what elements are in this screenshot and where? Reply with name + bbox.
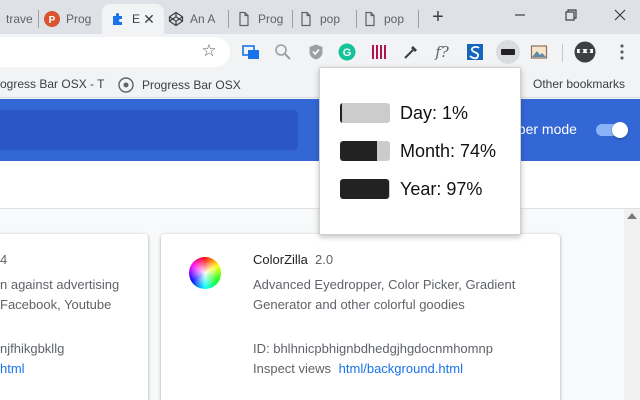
restore-icon[interactable] [561, 5, 581, 25]
search-extensions-input[interactable] [0, 110, 298, 150]
browser-window: trave P Prog E ✕ An A Prog pop pop + ☆ G… [0, 0, 640, 400]
bookmark-label: ogress Bar OSX - T [0, 77, 105, 91]
address-bar[interactable] [0, 37, 230, 67]
page-scrollbar[interactable] [624, 209, 640, 400]
other-bookmarks[interactable]: Other bookmarks [533, 77, 625, 91]
inspect-views-label: Inspect views [253, 361, 332, 376]
extension-card: 4 n against advertising Facebook, Youtub… [0, 234, 148, 400]
month-progress-fill [340, 141, 377, 161]
minimize-icon[interactable] [510, 5, 530, 25]
extension-description: n against advertising [0, 277, 120, 292]
svg-text:P: P [49, 15, 56, 26]
toolbar-separator [562, 44, 563, 62]
month-progress-label: Month: 74% [400, 140, 497, 161]
colorzilla-logo-icon [189, 257, 221, 289]
close-window-icon[interactable] [610, 5, 630, 25]
tab-title: pop [384, 12, 405, 26]
tab-3-active[interactable]: E ✕ [102, 4, 164, 34]
more-menu-icon[interactable] [612, 42, 632, 62]
extension-version: 2.0 [315, 252, 334, 267]
extension-description: Facebook, Youtube [0, 297, 112, 312]
screenshot-extension-icon[interactable] [241, 42, 261, 62]
profile-avatar[interactable] [574, 41, 596, 63]
year-progress-bar [340, 179, 390, 199]
extension-card-colorzilla: ColorZilla 2.0 Advanced Eyedropper, Colo… [161, 234, 560, 400]
new-tab-button[interactable]: + [428, 7, 448, 28]
extension-description: Generator and other colorful goodies [253, 297, 465, 312]
product-hunt-icon: P [44, 11, 60, 27]
tab-title: trave [6, 12, 33, 26]
svg-text:G: G [343, 47, 352, 59]
day-progress-row: Day: 1% [340, 102, 468, 124]
day-progress-bar [340, 103, 390, 123]
scroll-up-arrow-icon[interactable] [627, 213, 637, 219]
inspect-views-link[interactable]: html [0, 361, 25, 376]
zoom-extension-icon[interactable] [273, 42, 293, 62]
progress-bar-extension-icon[interactable] [496, 40, 520, 64]
tab-6[interactable]: pop [298, 4, 354, 34]
extension-puzzle-icon [110, 11, 126, 27]
document-icon [236, 11, 252, 27]
tab-separator [292, 10, 293, 28]
document-icon [362, 11, 378, 27]
tab-4[interactable]: An A [168, 4, 224, 34]
tab-separator [228, 10, 229, 28]
tab-title: pop [320, 12, 341, 26]
s-extension-icon[interactable] [465, 42, 485, 62]
tab-title: An A [190, 12, 216, 26]
year-progress-label: Year: 97% [400, 178, 483, 199]
tab-title: E [132, 12, 141, 26]
bookmark-label: Progress Bar OSX [142, 78, 241, 92]
bars-extension-icon[interactable] [369, 42, 389, 62]
tab-title: Prog [66, 12, 92, 26]
day-progress-label: Day: 1% [400, 102, 469, 123]
tab-separator [356, 10, 357, 28]
year-progress-fill [340, 179, 389, 199]
shield-icon[interactable] [306, 42, 326, 62]
close-tab-icon[interactable]: ✕ [142, 11, 156, 27]
toolbar: ☆ G f? [0, 34, 640, 70]
extension-id: ID: bhlhnicpbhignbdhedgjhgdocnmhomnp [253, 341, 493, 356]
bookmark-item[interactable]: ogress Bar OSX - T [0, 77, 104, 91]
tab-separator [38, 10, 39, 28]
tab-5[interactable]: Prog [236, 4, 292, 34]
month-progress-row: Month: 74% [340, 140, 496, 162]
extension-name: ColorZilla [253, 252, 308, 267]
day-progress-fill [340, 103, 342, 123]
document-icon [298, 11, 314, 27]
tab-strip: trave P Prog E ✕ An A Prog pop pop + [0, 0, 640, 34]
inspect-views-link[interactable]: html/background.html [339, 361, 463, 376]
font-finder-icon[interactable]: f? [432, 42, 452, 62]
extension-version: 4 [0, 252, 8, 267]
month-progress-bar [340, 141, 390, 161]
toggle-knob [612, 122, 628, 138]
tab-title: Prog [258, 12, 284, 26]
codepen-icon [168, 11, 184, 27]
year-progress-row: Year: 97% [340, 178, 482, 200]
tab-7[interactable]: pop [362, 4, 418, 34]
progress-popup: Day: 1% Month: 74% Year: 97% [319, 67, 521, 235]
tab-2[interactable]: P Prog [44, 4, 100, 34]
eyedropper-icon[interactable] [401, 42, 421, 62]
tab-separator [418, 10, 419, 28]
image-extension-icon[interactable] [529, 42, 549, 62]
tab-1[interactable]: trave [0, 4, 38, 34]
extension-id: njfhikgbkllg [0, 341, 65, 356]
bookmark-star-icon[interactable]: ☆ [200, 42, 218, 60]
grammarly-icon[interactable]: G [337, 42, 357, 62]
codepen-bookmark-icon [118, 77, 134, 93]
extension-description: Advanced Eyedropper, Color Picker, Gradi… [253, 277, 516, 292]
bookmark-item[interactable]: Progress Bar OSX [118, 77, 241, 93]
developer-mode-toggle[interactable] [596, 122, 628, 138]
other-bookmarks-label: Other bookmarks [533, 77, 626, 91]
